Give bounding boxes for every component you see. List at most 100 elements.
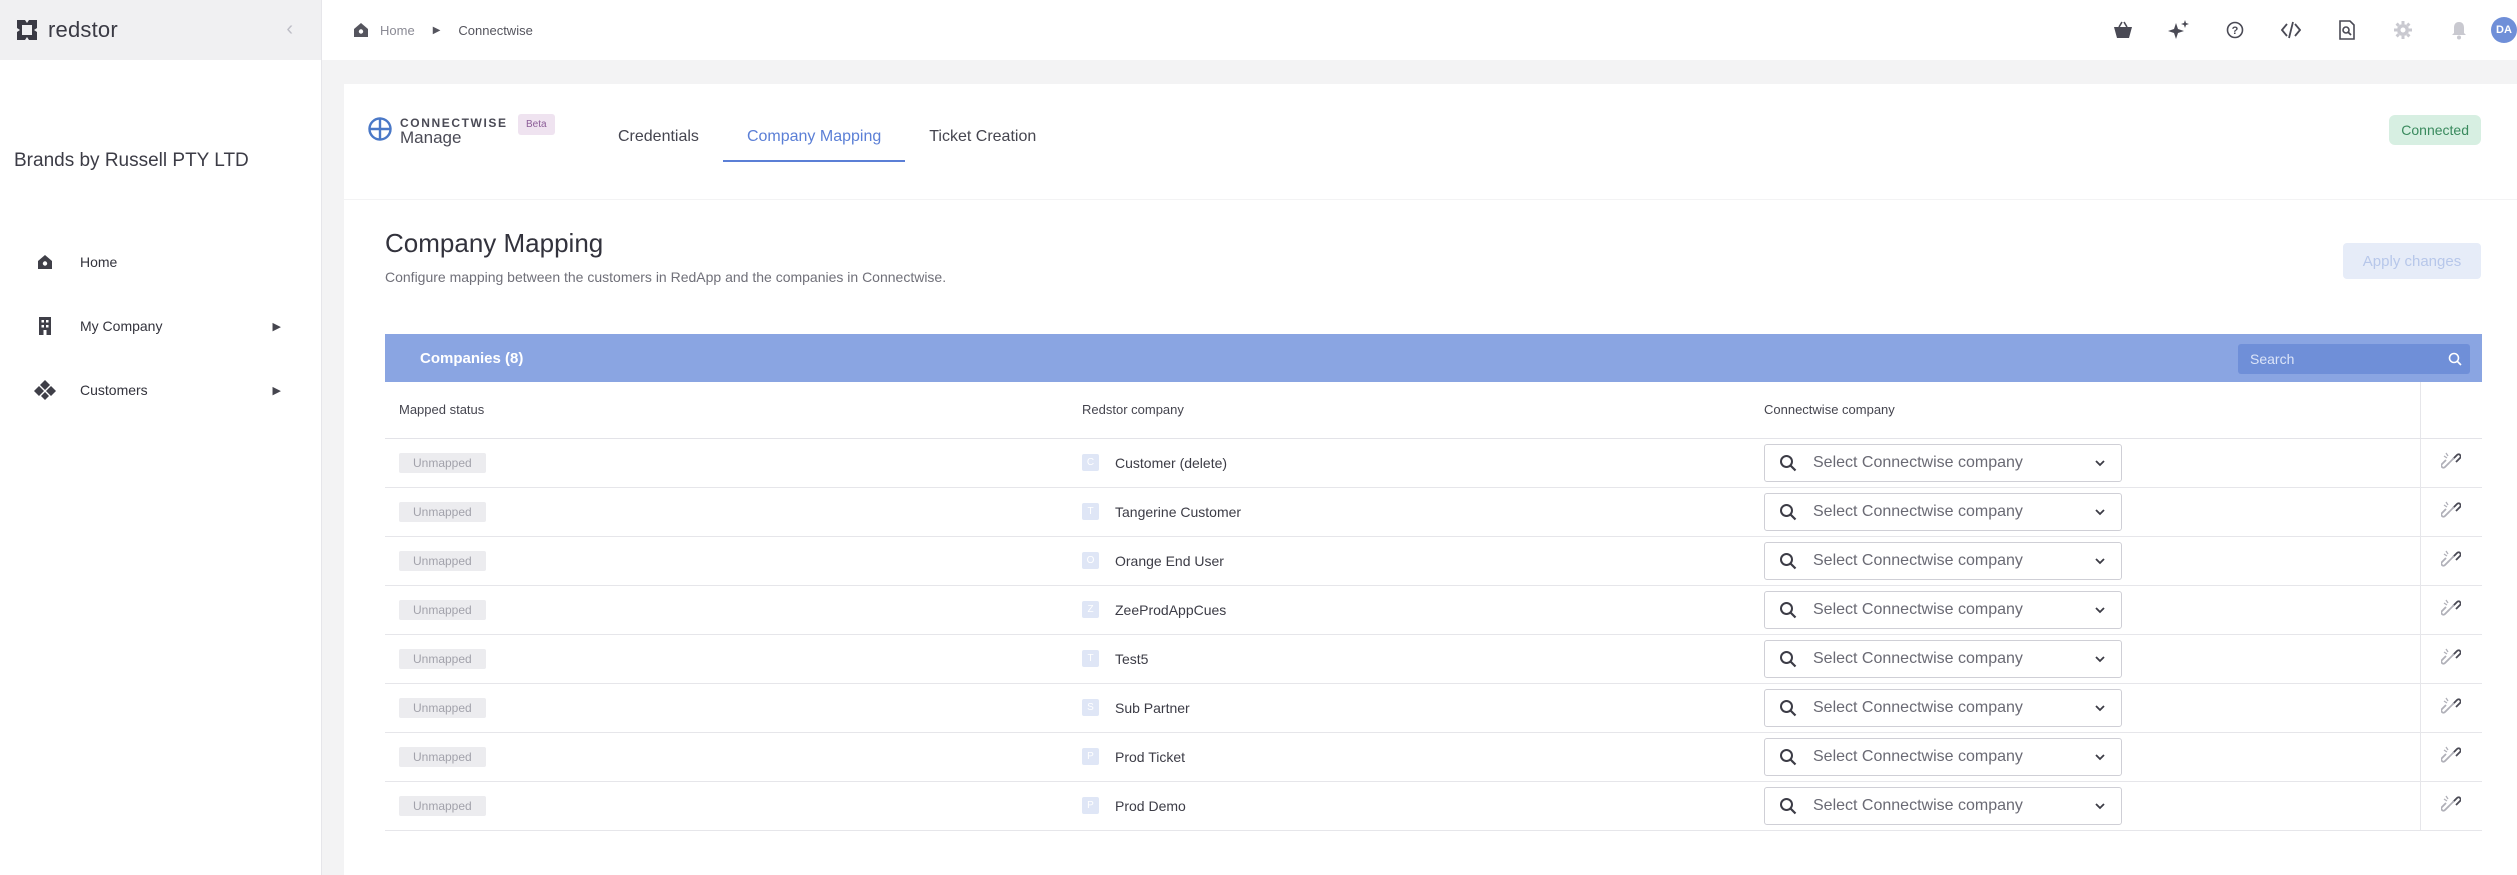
connectwise-company-select[interactable]: Select Connectwise company: [1764, 688, 2122, 727]
connectwise-company-select[interactable]: Select Connectwise company: [1764, 590, 2122, 629]
redstor-company-cell: S Sub Partner: [1068, 683, 1750, 733]
integration-header: CONNECTWISE Manage Beta Credentials Comp…: [344, 84, 2517, 199]
mapped-status-cell: Unmapped: [385, 585, 1068, 635]
building-icon: [34, 315, 56, 337]
search-box: [2238, 344, 2470, 374]
tab-ticket-creation[interactable]: Ticket Creation: [905, 118, 1060, 162]
company-avatar: S: [1082, 699, 1099, 716]
mapped-status-cell: Unmapped: [385, 634, 1068, 684]
table-row: Unmapped P Prod Ticket Select Connectwis…: [385, 732, 2482, 782]
redstor-company-cell: P Prod Demo: [1068, 781, 1750, 831]
page-subtitle: Configure mapping between the customers …: [385, 269, 947, 285]
connectwise-logo-icon: [368, 117, 392, 146]
mapping-table: Mapped status Redstor company Connectwis…: [385, 382, 2482, 831]
help-icon[interactable]: ?: [2207, 0, 2263, 60]
select-placeholder: Select Connectwise company: [1813, 502, 2023, 520]
table-body: Unmapped C Customer (delete) Select Conn…: [385, 438, 2482, 831]
chevron-right-icon: ▶: [272, 320, 281, 333]
unlink-icon[interactable]: [2441, 549, 2462, 569]
chevron-down-icon: [2093, 652, 2107, 666]
home-icon: [34, 251, 56, 273]
actions-cell: [2419, 536, 2482, 586]
redstor-company-cell: O Orange End User: [1068, 536, 1750, 586]
connectwise-company-cell: Select Connectwise company: [1750, 683, 2420, 733]
sidebar-item-home[interactable]: Home: [0, 230, 321, 294]
connectwise-company-cell: Select Connectwise company: [1750, 781, 2420, 831]
tab-credentials[interactable]: Credentials: [594, 118, 723, 162]
gear-icon[interactable]: [2375, 0, 2431, 60]
unlink-icon[interactable]: [2441, 647, 2462, 667]
status-badge: Unmapped: [399, 795, 486, 816]
company-name: Prod Demo: [1115, 797, 1186, 814]
company-avatar: O: [1082, 552, 1099, 569]
basket-icon[interactable]: [2095, 0, 2151, 60]
apply-changes-button[interactable]: Apply changes: [2343, 243, 2481, 279]
unlink-icon[interactable]: [2441, 745, 2462, 765]
redstor-company-cell: T Tangerine Customer: [1068, 487, 1750, 537]
table-row: Unmapped O Orange End User Select Connec…: [385, 536, 2482, 586]
mapped-status-cell: Unmapped: [385, 781, 1068, 831]
company-name: Test5: [1115, 650, 1149, 667]
code-icon[interactable]: [2263, 0, 2319, 60]
redstor-company-cell: T Test5: [1068, 634, 1750, 684]
table-row: Unmapped T Test5 Select Connectwise comp…: [385, 634, 2482, 684]
sidebar-item-label: My Company: [80, 318, 163, 334]
avatar[interactable]: DA: [2491, 17, 2517, 43]
tab-company-mapping[interactable]: Company Mapping: [722, 118, 906, 162]
actions-cell: [2419, 487, 2482, 537]
redstor-company-cell: C Customer (delete): [1068, 438, 1750, 488]
search-icon: [1779, 699, 1797, 717]
sidebar-item-customers[interactable]: Customers ▶: [0, 358, 321, 422]
status-badge: Unmapped: [399, 550, 486, 571]
search-icon: [1779, 797, 1797, 815]
collapse-sidebar-icon[interactable]: ‹: [286, 18, 293, 41]
connectwise-company-select[interactable]: Select Connectwise company: [1764, 786, 2122, 825]
column-header-connectwise-company: Connectwise company: [1750, 382, 2420, 439]
unlink-icon[interactable]: [2441, 500, 2462, 520]
breadcrumb-home[interactable]: Home: [380, 23, 415, 38]
unlink-icon[interactable]: [2441, 598, 2462, 618]
select-placeholder: Select Connectwise company: [1813, 649, 2023, 667]
actions-cell: [2419, 438, 2482, 488]
table-row: Unmapped C Customer (delete) Select Conn…: [385, 438, 2482, 488]
company-name: ZeeProdAppCues: [1115, 601, 1227, 618]
mapped-status-cell: Unmapped: [385, 683, 1068, 733]
unlink-icon[interactable]: [2441, 451, 2462, 471]
unlink-icon[interactable]: [2441, 696, 2462, 716]
bell-icon[interactable]: [2431, 0, 2487, 60]
company-name: Prod Ticket: [1115, 748, 1186, 765]
select-placeholder: Select Connectwise company: [1813, 796, 2023, 814]
connectwise-company-select[interactable]: Select Connectwise company: [1764, 541, 2122, 580]
connectwise-company-select[interactable]: Select Connectwise company: [1764, 737, 2122, 776]
column-header-redstor-company: Redstor company: [1068, 382, 1750, 439]
table-row: Unmapped T Tangerine Customer Select Con…: [385, 487, 2482, 537]
column-header-actions: [2419, 382, 2482, 439]
actions-cell: [2419, 683, 2482, 733]
logo-bottom-text: Manage: [400, 128, 462, 147]
chevron-down-icon: [2093, 456, 2107, 470]
company-avatar: Z: [1082, 601, 1099, 618]
search-input[interactable]: [2238, 351, 2428, 367]
column-header-mapped-status: Mapped status: [385, 382, 1068, 439]
table-row: Unmapped P Prod Demo Select Connectwise …: [385, 781, 2482, 831]
search-icon[interactable]: [2440, 344, 2470, 374]
connectwise-company-cell: Select Connectwise company: [1750, 585, 2420, 635]
search-doc-icon[interactable]: [2319, 0, 2375, 60]
connectwise-company-select[interactable]: Select Connectwise company: [1764, 492, 2122, 531]
chevron-right-icon: ▶: [272, 384, 281, 397]
connectwise-company-select[interactable]: Select Connectwise company: [1764, 443, 2122, 482]
company-avatar: P: [1082, 797, 1099, 814]
unlink-icon[interactable]: [2441, 794, 2462, 814]
sparkle-icon[interactable]: [2151, 0, 2207, 60]
sidebar-item-my-company[interactable]: My Company ▶: [0, 294, 321, 358]
company-name: Customer (delete): [1115, 454, 1228, 471]
sidebar-item-label: Home: [80, 254, 118, 270]
company-avatar: T: [1082, 503, 1099, 520]
search-icon: [1779, 552, 1797, 570]
connectwise-company-cell: Select Connectwise company: [1750, 732, 2420, 782]
home-icon[interactable]: [352, 21, 370, 39]
integration-tabs: Credentials Company Mapping Ticket Creat…: [594, 118, 1060, 162]
connectwise-company-select[interactable]: Select Connectwise company: [1764, 639, 2122, 678]
customers-icon: [34, 379, 56, 401]
select-placeholder: Select Connectwise company: [1813, 453, 2023, 471]
